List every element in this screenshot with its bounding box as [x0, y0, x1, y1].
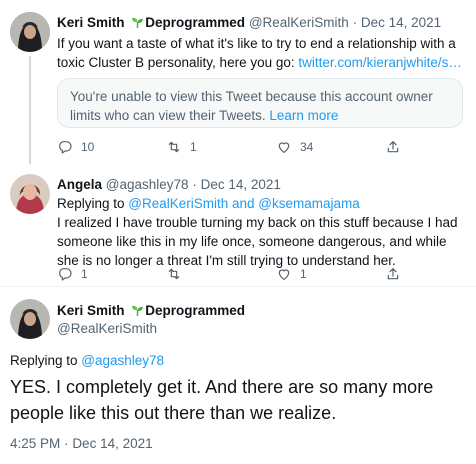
display-name[interactable]: Keri Smith — [57, 303, 125, 318]
tweet-text: YES. I completely get it. And there are … — [10, 377, 434, 423]
display-name[interactable]: Angela — [57, 177, 102, 192]
tweet-text: I realized I have trouble turning my bac… — [57, 215, 458, 268]
like-button[interactable]: 34 — [276, 139, 313, 155]
retweet-button[interactable] — [166, 266, 190, 282]
like-count: 1 — [300, 267, 307, 281]
retweet-count: 1 — [190, 140, 197, 154]
reply-icon — [59, 141, 72, 154]
share-button[interactable] — [385, 139, 401, 155]
reply-count: 10 — [81, 140, 95, 154]
name-suffix[interactable]: Deprogrammed — [145, 15, 245, 30]
notice-text: You're unable to view this Tweet because… — [70, 89, 433, 123]
handle[interactable]: @RealKeriSmith — [249, 15, 349, 30]
like-icon — [278, 269, 290, 280]
share-button[interactable] — [385, 266, 401, 282]
retweet-icon — [168, 268, 180, 280]
reply-icon — [59, 268, 72, 281]
reply-button[interactable]: 10 — [57, 139, 94, 155]
like-count: 34 — [300, 140, 314, 154]
display-name[interactable]: Keri Smith — [57, 15, 125, 30]
action-bar: 10 1 34 — [57, 139, 463, 155]
time: 4:25 PM — [10, 436, 61, 451]
tweet-keri-smith-focused: Keri Smith Deprogrammed @RealKeriSmith R… — [0, 287, 476, 464]
tweet-angela[interactable]: Angela @agashley78 · Dec 14, 2021 Replyi… — [0, 166, 476, 286]
replying-to: Replying to @agashley78 — [10, 351, 164, 370]
retweet-icon — [168, 141, 180, 153]
replying-prefix: Replying to — [10, 353, 82, 368]
unavailable-tweet-notice: You're unable to view this Tweet because… — [57, 78, 463, 128]
timestamp[interactable]: Dec 14, 2021 — [361, 15, 441, 30]
replying-prefix: Replying to — [57, 196, 129, 211]
avatar-image — [10, 12, 50, 52]
name-suffix[interactable]: Deprogrammed — [145, 303, 245, 318]
like-icon — [278, 142, 290, 153]
display-name-line: Keri Smith Deprogrammed — [57, 302, 245, 322]
replying-to: Replying to @RealKeriSmith and @ksemamaj… — [57, 194, 467, 213]
separator: · — [192, 177, 197, 192]
avatar[interactable] — [10, 174, 50, 214]
avatar[interactable] — [10, 299, 50, 339]
action-bar: 1 1 — [57, 266, 463, 282]
separator: · — [352, 15, 358, 30]
tweet-header: Keri Smith Deprogrammed @RealKeriSmith ·… — [57, 14, 441, 34]
like-button[interactable]: 1 — [276, 266, 307, 282]
tweet-text: If you want a taste of what it's like to… — [57, 34, 467, 72]
retweet-button[interactable]: 1 — [166, 139, 197, 155]
sprout-icon — [131, 16, 144, 34]
reply-count: 1 — [81, 267, 88, 281]
separator: · — [64, 436, 69, 451]
share-icon — [387, 268, 399, 280]
replying-users-link[interactable]: @RealKeriSmith and @ksemamajama — [128, 196, 360, 211]
tweet-link[interactable]: twitter.com/kieranjwhite/s… — [298, 55, 462, 70]
reply-button[interactable]: 1 — [57, 266, 88, 282]
handle[interactable]: @RealKeriSmith — [57, 320, 157, 338]
avatar-image — [10, 299, 50, 339]
avatar[interactable] — [10, 12, 50, 52]
replying-user-link[interactable]: @agashley78 — [81, 353, 164, 368]
learn-more-link[interactable]: Learn more — [269, 108, 338, 123]
share-icon — [387, 141, 399, 153]
tweet-timestamp[interactable]: 4:25 PM · Dec 14, 2021 — [10, 435, 153, 453]
timestamp[interactable]: Dec 14, 2021 — [201, 177, 281, 192]
tweet-keri-smith-1[interactable]: Keri Smith Deprogrammed @RealKeriSmith ·… — [0, 0, 476, 166]
avatar-image — [10, 174, 50, 214]
date: Dec 14, 2021 — [72, 436, 153, 451]
tweet-header: Angela @agashley78 · Dec 14, 2021 — [57, 176, 281, 194]
handle[interactable]: @agashley78 — [106, 177, 189, 192]
thread-line — [29, 56, 31, 164]
